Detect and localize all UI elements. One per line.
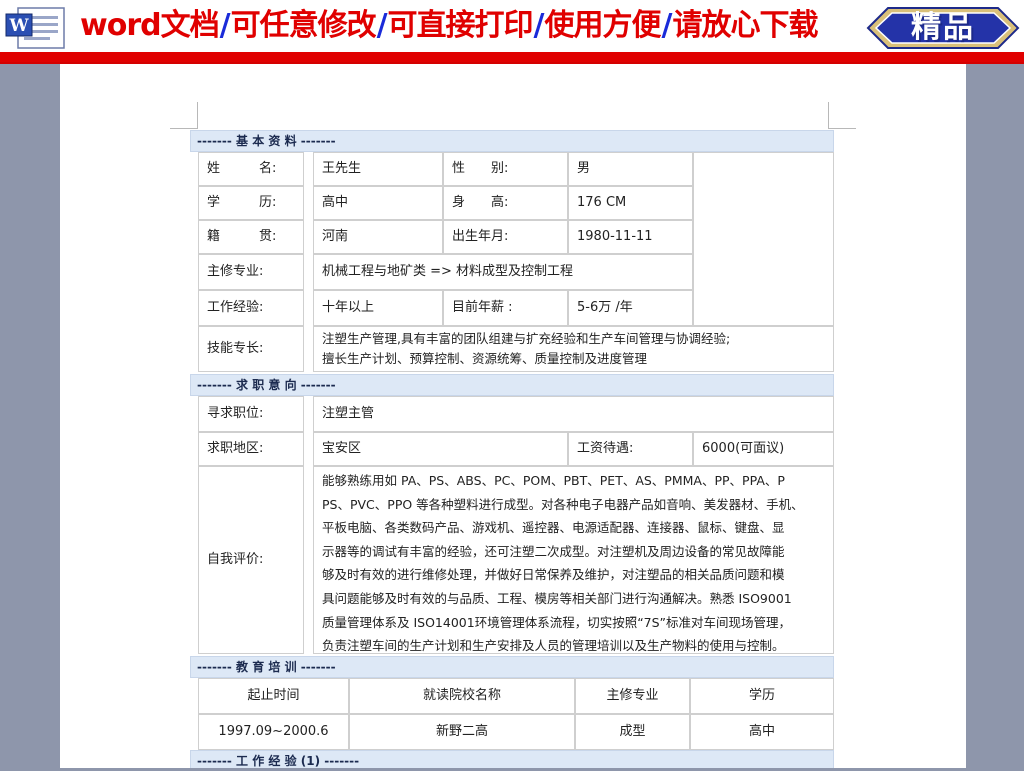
self-evaluation-line: 质量管理体系及 ISO14001环境管理体系流程，切实按照“7S”标准对车间现场… <box>322 614 792 630</box>
self-evaluation-line: 平板电脑、各类数码产品、游戏机、遥控器、电源适配器、连接器、鼠标、键盘、显 <box>322 520 785 536</box>
self-evaluation-line: 具问题能够及时有效的与品质、工程、模房等相关部门进行沟通解决。熟悉 ISO900… <box>322 590 792 606</box>
value-salary: 5-6万 /年 <box>568 290 693 326</box>
label-major: 主修专业: <box>198 254 304 290</box>
edu-cell-degree: 高中 <box>690 714 834 750</box>
edu-col-major: 主修专业 <box>575 678 690 714</box>
photo-cell <box>693 152 834 326</box>
value-name: 王先生 <box>313 152 443 186</box>
edu-col-degree: 学历 <box>690 678 834 714</box>
skills-line: 擅长生产计划、预算控制、资源统筹、质量控制及进度管理 <box>322 351 648 366</box>
value-height: 176 CM <box>568 186 693 220</box>
value-origin: 河南 <box>313 220 443 254</box>
banner-seg-word: word文档 <box>80 8 220 43</box>
value-position: 注塑主管 <box>313 396 834 432</box>
label-experience: 工作经验: <box>198 290 304 326</box>
banner-slogan: word文档/可任意修改/可直接打印/使用方便/请放心下载 <box>80 4 818 48</box>
section-header-intent: ------- 求 职 意 向 ------- <box>190 374 834 396</box>
value-self-evaluation: 能够熟练用如 PA、PS、ABS、PC、POM、PBT、PET、AS、PMMA、… <box>313 466 834 654</box>
value-skills: 注塑生产管理,具有丰富的团队组建与扩充经验和生产车间管理与协调经验; 擅长生产计… <box>313 326 834 372</box>
section-header-work: ------- 工 作 经 验 (1) ------- <box>190 750 834 768</box>
label-gender: 性 别: <box>443 152 568 186</box>
value-experience: 十年以上 <box>313 290 443 326</box>
page-corner-mark <box>197 102 198 128</box>
self-evaluation-line: 负责注塑车间的生产计划和生产安排及人员的管理培训以及生产物料的使用与控制。 <box>322 638 785 654</box>
svg-text:W: W <box>8 16 29 36</box>
label-area: 求职地区: <box>198 432 304 466</box>
value-pay: 6000(可面议) <box>693 432 834 466</box>
top-banner: W word文档/可任意修改/可直接打印/使用方便/请放心下载 精品 <box>0 0 1024 64</box>
banner-slash: / <box>376 8 388 43</box>
banner-slash: / <box>661 8 673 43</box>
page-corner-mark <box>828 128 856 129</box>
value-gender: 男 <box>568 152 693 186</box>
page-corner-mark <box>170 128 198 129</box>
label-birth: 出生年月: <box>443 220 568 254</box>
self-evaluation-line: 示器等的调试有丰富的经验，还可注塑二次成型。对注塑机及周边设备的常见故障能 <box>322 543 785 559</box>
banner-seg-edit: 可任意修改 <box>230 8 377 43</box>
value-area: 宝安区 <box>313 432 568 466</box>
label-origin: 籍 贯: <box>198 220 304 254</box>
banner-seg-download: 请放心下载 <box>672 8 818 43</box>
label-salary: 目前年薪 : <box>443 290 568 326</box>
label-skills: 技能专长: <box>198 326 304 372</box>
banner-slash: / <box>219 8 231 43</box>
self-evaluation-line: 能够熟练用如 PA、PS、ABS、PC、POM、PBT、PET、AS、PMMA、… <box>322 473 785 488</box>
self-evaluation-line: 够及时有效的进行维修处理，并做好日常保养及维护，对注塑品的相关品质问题和模 <box>322 567 785 583</box>
value-birth: 1980-11-11 <box>568 220 693 254</box>
edu-cell-school: 新野二高 <box>349 714 575 750</box>
label-self-evaluation: 自我评价: <box>198 466 304 654</box>
banner-slash: / <box>533 8 545 43</box>
edu-cell-period: 1997.09~2000.6 <box>198 714 349 750</box>
label-name: 姓 名: <box>198 152 304 186</box>
skills-line: 注塑生产管理,具有丰富的团队组建与扩充经验和生产车间管理与协调经验; <box>322 331 731 346</box>
label-pay: 工资待遇: <box>568 432 693 466</box>
edu-col-school: 就读院校名称 <box>349 678 575 714</box>
word-document-icon: W <box>5 7 65 49</box>
edu-cell-major: 成型 <box>575 714 690 750</box>
edu-col-period: 起止时间 <box>198 678 349 714</box>
banner-seg-print: 可直接打印 <box>387 8 534 43</box>
banner-red-stripe <box>0 52 1024 62</box>
value-major: 机械工程与地矿类 => 材料成型及控制工程 <box>313 254 693 290</box>
value-education: 高中 <box>313 186 443 220</box>
page-corner-mark <box>828 102 829 128</box>
label-height: 身 高: <box>443 186 568 220</box>
label-education: 学 历: <box>198 186 304 220</box>
section-header-basic: ------- 基 本 资 料 ------- <box>190 130 834 152</box>
self-evaluation-line: PS、PVC、PPO 等各种塑料进行成型。对各种电子电器产品如音响、美发器材、手… <box>322 496 804 512</box>
resume-table: ------- 基 本 资 料 ------- 姓 名: 王先生 性 别: 男 … <box>190 130 834 768</box>
label-position: 寻求职位: <box>198 396 304 432</box>
quality-badge: 精品 <box>911 10 975 45</box>
section-header-education: ------- 教 育 培 训 ------- <box>190 656 834 678</box>
banner-seg-easy: 使用方便 <box>544 8 662 43</box>
